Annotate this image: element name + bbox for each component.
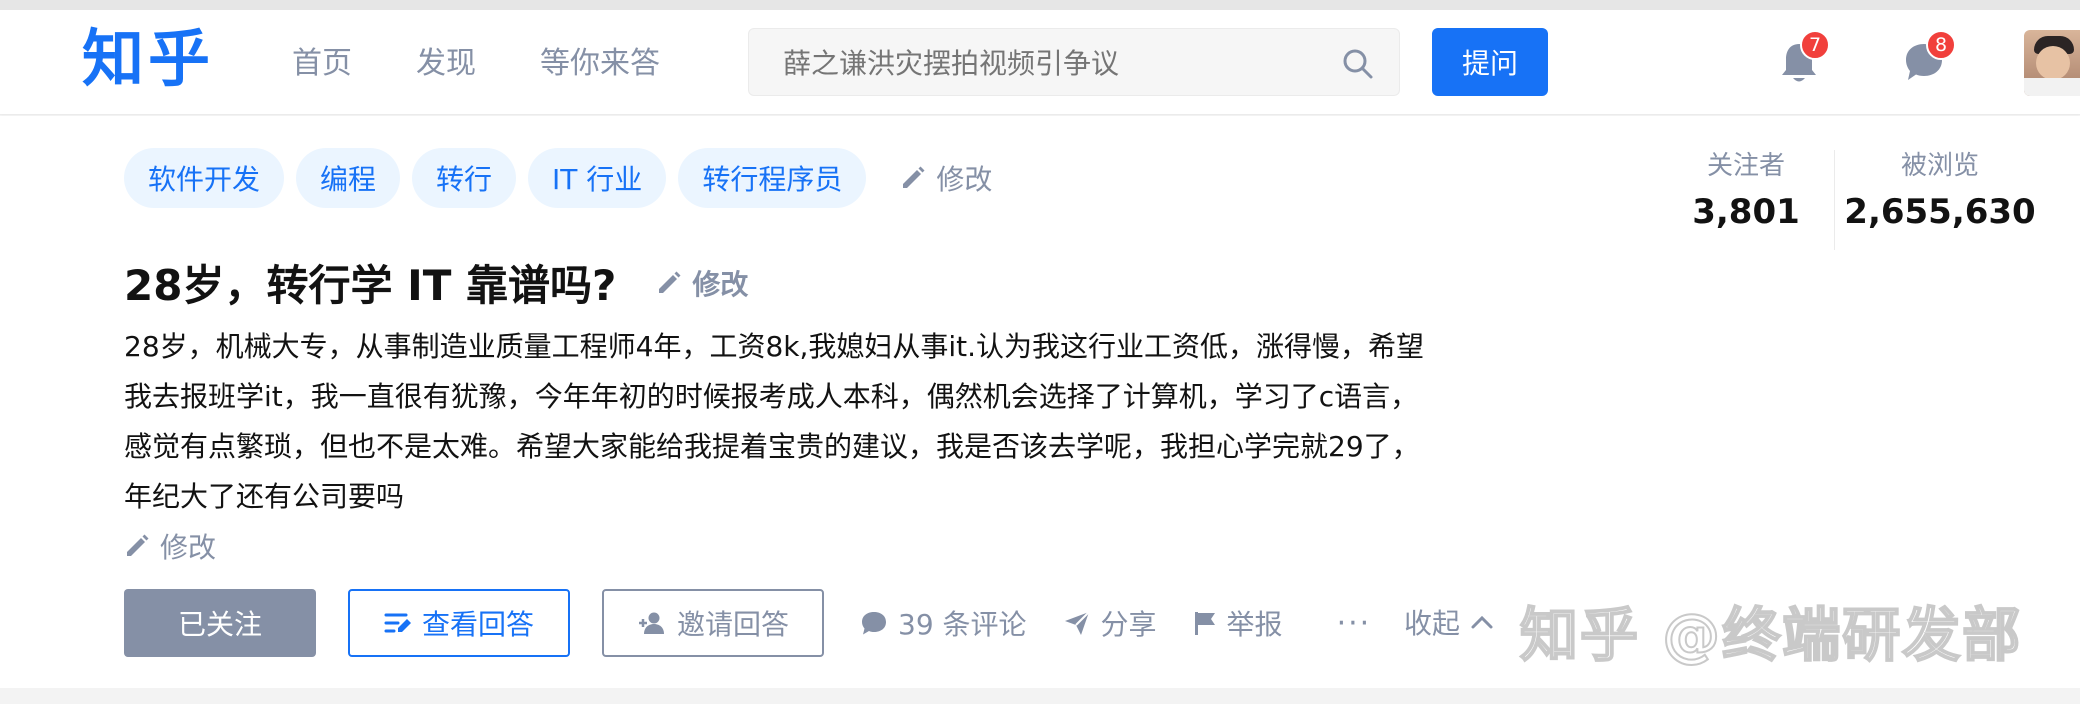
followed-button[interactable]: 已关注: [124, 589, 316, 657]
question-actions: 已关注 查看回答 邀请回答 39 条评论 分享 举报 ···: [124, 588, 1371, 658]
followers-stat[interactable]: 关注者 3,801: [1658, 150, 1834, 250]
flag-icon: [1194, 612, 1215, 635]
edit-label: 修改: [160, 531, 217, 564]
pencil-icon: [659, 271, 681, 293]
topic-tag[interactable]: IT 行业: [528, 148, 667, 208]
share-icon: [1064, 611, 1090, 635]
edit-title-button[interactable]: 修改: [656, 263, 748, 303]
edit-topics-button[interactable]: 修改: [900, 158, 992, 198]
views-count: 2,655,630: [1844, 191, 2036, 232]
zhihu-logo[interactable]: 知乎: [82, 28, 214, 90]
pencil-icon: [903, 166, 925, 188]
main-nav: 首页 发现 等你来答: [292, 46, 724, 82]
share-label: 分享: [1100, 608, 1157, 641]
top-border: [0, 0, 2080, 10]
views-label: 被浏览: [1900, 151, 1979, 181]
followers-label: 关注者: [1706, 151, 1785, 181]
comment-icon: [862, 612, 886, 635]
view-answers-label: 查看回答: [421, 608, 534, 641]
report-label: 举报: [1226, 608, 1283, 641]
answers-icon: [384, 613, 411, 633]
collapse-label: 收起: [1404, 607, 1461, 640]
edit-detail-button[interactable]: 修改: [124, 526, 216, 566]
nav-home[interactable]: 首页: [292, 46, 352, 82]
share-button[interactable]: 分享: [1063, 603, 1157, 643]
followers-count: 3,801: [1692, 191, 1800, 232]
question-title-row: 28岁，转行学 IT 靠谱吗? 修改: [124, 252, 748, 313]
edit-label: 修改: [692, 267, 749, 301]
question-header-card: 软件开发 编程 转行 IT 行业 转行程序员 修改 关注者 3,801 被浏览 …: [0, 116, 2080, 688]
topic-tags: 软件开发 编程 转行 IT 行业 转行程序员 修改: [124, 148, 992, 208]
views-stat: 被浏览 2,655,630: [1835, 150, 2045, 250]
topic-tag[interactable]: 软件开发: [124, 148, 285, 208]
comments-button[interactable]: 39 条评论: [860, 603, 1027, 643]
watermark: 知乎 @终端研发部: [1519, 600, 2023, 670]
more-options-button[interactable]: ···: [1337, 606, 1372, 641]
invite-label: 邀请回答: [676, 608, 789, 641]
comments-label: 39 条评论: [898, 608, 1027, 641]
pencil-icon: [127, 534, 149, 556]
invite-answer-button[interactable]: 邀请回答: [602, 589, 824, 657]
edit-label: 修改: [936, 163, 993, 196]
chevron-up-icon: [1471, 615, 1493, 629]
bottom-gap: [0, 688, 2080, 704]
avatar[interactable]: [2024, 30, 2080, 96]
view-answers-button[interactable]: 查看回答: [348, 589, 570, 657]
message-badge: 8: [1926, 30, 1956, 60]
question-title: 28岁，转行学 IT 靠谱吗?: [124, 261, 617, 310]
search-input[interactable]: [783, 43, 1303, 83]
collapse-button[interactable]: 收起: [1404, 602, 1494, 642]
nav-discover[interactable]: 发现: [416, 46, 476, 82]
nav-waiting-answers[interactable]: 等你来答: [540, 46, 660, 82]
question-stats: 关注者 3,801 被浏览 2,655,630: [1658, 150, 2045, 250]
topic-tag[interactable]: 编程: [296, 148, 401, 208]
notification-badge: 7: [1800, 30, 1830, 60]
topic-tag[interactable]: 转行程序员: [678, 148, 867, 208]
topic-tag[interactable]: 转行: [412, 148, 517, 208]
question-detail: 28岁，机械大专，从事制造业质量工程师4年，工资8k,我媳妇从事it.认为我这行…: [124, 330, 1425, 513]
report-button[interactable]: 举报: [1193, 603, 1283, 643]
search-icon[interactable]: [1341, 47, 1375, 81]
invite-icon: [638, 612, 664, 634]
app-header: 知乎 首页 发现 等你来答 提问 7 8: [0, 10, 2080, 115]
search-box[interactable]: [748, 28, 1400, 96]
ask-question-button[interactable]: 提问: [1432, 28, 1548, 96]
